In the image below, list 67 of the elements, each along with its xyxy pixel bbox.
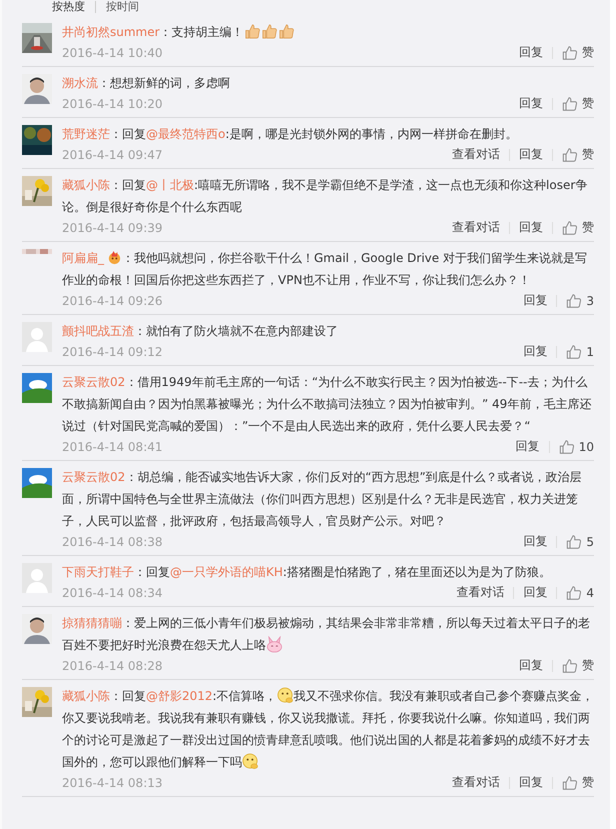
view-conversation-link[interactable]: 查看对话 <box>452 774 500 791</box>
thumbs-up-icon <box>566 534 582 550</box>
thumbs-up-icon <box>562 658 578 674</box>
like-button[interactable]: 赞 <box>562 657 594 674</box>
view-conversation-link[interactable]: 查看对话 <box>452 219 500 236</box>
comment-text: 藏狐小陈：回复@丨北极:嘻嘻无所谓咯，我不是学霸但绝不是学渣，这一点也无须和你这种loser争论。倒是很好奇你是个什么东西呢 <box>62 177 588 216</box>
timestamp: 2016-4-14 09:26 <box>62 294 162 308</box>
smiley-icon <box>242 753 259 770</box>
thumbs-up-icon <box>278 23 295 40</box>
thumbs-up-icon <box>566 584 582 600</box>
reply-link[interactable]: 回复 <box>523 343 548 360</box>
thumbs-up-icon <box>562 774 578 790</box>
reply-link[interactable]: 回复 <box>519 219 543 236</box>
comment-text: 阿扁扁_ ：我他吗就想问，你拦谷歌干什么！Gmail，Google Drive 对于我们留学生来说就是写作业的命根！回国后你把这些东西拦了，VPN也不让用，作业不写，你让我们怎么办？！ <box>62 249 588 289</box>
reply-link[interactable]: 回复 <box>519 44 543 61</box>
comment-text: 云聚云散02：借用1949年前毛主席的一句话：“为什么不敢实行民主？因为怕被选--下--去；为什么不敢搞新闻自由？因为怕黑幕被曝光；为什么不敢搞司法独立？因为怕被审判。” 49年前，毛主席还说过（针对国民党高喊的爱国）：”一个不是由人民选出来的政府，凭什么要人民去爱？“ <box>62 374 592 435</box>
like-button[interactable]: 4 <box>566 584 594 600</box>
comment-text: 井尚初然summer：支持胡主编！ <box>62 21 594 43</box>
like-button[interactable]: 10 <box>558 438 594 454</box>
like-button[interactable]: 3 <box>566 292 594 308</box>
thumbs-up-icon <box>562 146 578 162</box>
like-button[interactable]: 赞 <box>562 219 594 236</box>
timestamp: 2016-4-14 09:39 <box>62 220 162 234</box>
view-conversation-link[interactable]: 查看对话 <box>452 146 500 163</box>
thumbs-up-icon <box>562 44 578 60</box>
bunny-icon <box>266 636 283 653</box>
reply-link[interactable]: 回复 <box>523 533 548 550</box>
view-conversation-link[interactable]: 查看对话 <box>456 584 504 601</box>
comment-text: 掠猜猜猜嘣：爱上网的三低小青年们极易被煽动，其结果会非常非常糟，所以每天过着太平日子的老百姓不要把好时光浪费在怨天尤人上咯 <box>62 615 591 655</box>
like-button[interactable]: 赞 <box>562 774 594 791</box>
timestamp: 2016-4-14 09:47 <box>62 148 162 162</box>
thumbs-up-icon <box>244 23 261 40</box>
comment-text: 云聚云散02：胡总编，能否诚实地告诉大家，你们反对的“西方思想”到底是什么？或者说，政治层面，所谓中国特色与全世界主流做法（你们叫西方思想）区别是什么？无非是民选官，权力关进笼子，人民可以监督，批评政府，包括最高领导人，官员财产公示。对吧？ <box>62 469 583 530</box>
reply-link[interactable]: 回复 <box>519 774 543 791</box>
timestamp: 2016-4-14 08:28 <box>62 658 162 672</box>
smiley-icon <box>276 687 294 704</box>
comment-text: 颤抖吧战五渣：就怕有了防火墙就不在意内部建设了 <box>62 323 339 340</box>
timestamp: 2016-4-14 08:41 <box>62 440 162 454</box>
sort-tab[interactable]: 按时间 <box>106 0 139 14</box>
reply-link[interactable]: 回复 <box>519 657 543 674</box>
thumbs-up-icon <box>566 344 582 360</box>
thumbs-up-icon <box>260 23 278 40</box>
timestamp: 2016-4-14 10:20 <box>62 96 162 110</box>
comment-text: 藏狐小陈：回复@舒影2012:不信算咯， 我又不强求你信。我没有兼职或者自己参个赛赚点奖金，你又要说我啃老。我说我有兼职有赚钱，你又说我撒谎。拜托，你要我说什么嘛。你知道吗，我们两个的讨论可是激起了一群没出过国的愤青肆意乱喷哦。他们说出国的人都是花着爹妈的成绩不好才去国外的，您可以跟他们解释一下吗 <box>62 686 594 772</box>
timestamp: 2016-4-14 10:40 <box>62 46 162 60</box>
like-button[interactable]: 5 <box>566 534 594 550</box>
comment-text: 下雨天打鞋子：回复@一只学外语的喵KH:搭猪圈是怕猪跑了，猪在里面还以为是为了防狼。 <box>62 564 552 581</box>
thumbs-up-icon <box>566 292 582 308</box>
reply-link[interactable]: 回复 <box>519 95 543 112</box>
timestamp: 2016-4-14 09:12 <box>62 344 162 358</box>
thumbs-up-icon <box>558 438 575 454</box>
like-button[interactable]: 赞 <box>562 95 594 112</box>
comment-text: 溯水流：想想新鲜的词，多虑啊 <box>62 75 231 92</box>
reply-link[interactable]: 回复 <box>516 438 540 455</box>
timestamp: 2016-4-14 08:13 <box>62 776 162 790</box>
sort-tab[interactable]: 按热度 <box>52 0 85 14</box>
timestamp: 2016-4-14 08:38 <box>62 534 162 548</box>
thumbs-up-icon <box>562 220 578 236</box>
like-button[interactable]: 赞 <box>562 146 594 163</box>
like-button[interactable]: 赞 <box>562 44 594 61</box>
like-button[interactable]: 1 <box>566 344 594 360</box>
reply-link[interactable]: 回复 <box>523 584 548 601</box>
timestamp: 2016-4-14 08:34 <box>62 586 162 600</box>
comment-text: 荒野迷茫：回复@最终范特西o:是啊，哪是光封锁外网的事情，内网一样拼命在删封。 <box>62 126 518 143</box>
reply-link[interactable]: 回复 <box>523 292 548 309</box>
reply-link[interactable]: 回复 <box>519 146 543 163</box>
thumbs-up-icon <box>562 96 578 112</box>
